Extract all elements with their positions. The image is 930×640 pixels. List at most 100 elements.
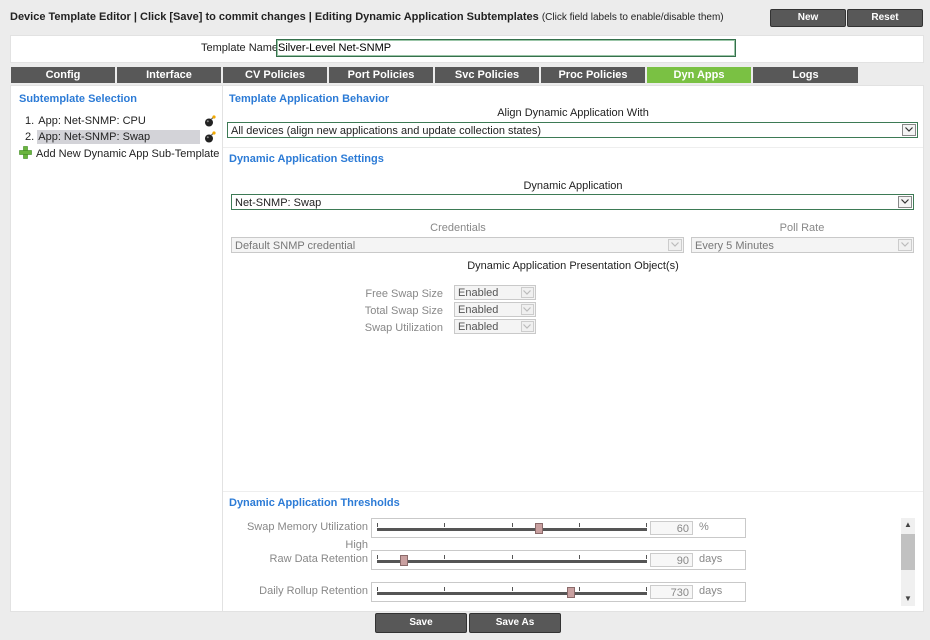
- slider-tick: [579, 523, 580, 527]
- align-select[interactable]: All devices (align new applications and …: [227, 122, 918, 138]
- tab-interface[interactable]: Interface: [117, 67, 221, 83]
- swap-memory-utilization-unit: %: [699, 521, 709, 533]
- swap-utilization-value: Enabled: [458, 321, 499, 333]
- slider-tick: [377, 587, 378, 591]
- free-swap-size-label[interactable]: Free Swap Size: [323, 288, 443, 300]
- chevron-down-icon: [521, 321, 534, 332]
- slider-handle[interactable]: [567, 587, 575, 598]
- slider-handle[interactable]: [535, 523, 543, 534]
- slider-tick: [512, 523, 513, 527]
- chevron-down-icon: [898, 239, 912, 251]
- subtemplate-number: 2.: [25, 131, 35, 143]
- scroll-down-arrow-icon[interactable]: ▼: [901, 592, 915, 606]
- header-bar: Device Template Editor | Click [Save] to…: [0, 0, 930, 34]
- daily-rollup-retention-label[interactable]: Daily Rollup Retention: [223, 585, 368, 597]
- raw-data-retention-unit: days: [699, 553, 723, 565]
- free-swap-size-select[interactable]: Enabled: [454, 285, 536, 300]
- tab-logs[interactable]: Logs: [753, 67, 858, 83]
- threshold-slider-box: 90 days: [371, 550, 746, 570]
- thresholds-title: Dynamic Application Thresholds: [229, 497, 400, 509]
- credentials-value: Default SNMP credential: [235, 240, 356, 252]
- tab-dyn-apps[interactable]: Dyn Apps: [647, 67, 751, 83]
- dynamic-application-value: Net-SNMP: Swap: [235, 197, 322, 209]
- daily-rollup-retention-value[interactable]: 730: [650, 585, 693, 599]
- subtemplate-label: App: Net-SNMP: Swap: [37, 130, 201, 144]
- swap-memory-utilization-label[interactable]: Swap Memory Utilization: [223, 521, 368, 533]
- dynamic-application-label[interactable]: Dynamic Application: [223, 180, 923, 192]
- slider-tick: [579, 555, 580, 559]
- poll-rate-label[interactable]: Poll Rate: [691, 222, 913, 234]
- slider-tick: [579, 587, 580, 591]
- scrollbar-thumb[interactable]: [901, 534, 915, 570]
- poll-rate-select[interactable]: Every 5 Minutes: [691, 237, 914, 253]
- reset-button[interactable]: Reset: [847, 9, 923, 27]
- subtemplate-item-cpu[interactable]: 1. App: Net-SNMP: CPU: [25, 114, 200, 128]
- thresholds-scrollbar[interactable]: ▲ ▼: [901, 518, 915, 606]
- slider-tick: [646, 523, 647, 527]
- new-button[interactable]: New: [770, 9, 846, 27]
- chevron-down-icon: [521, 287, 534, 298]
- tab-config[interactable]: Config: [11, 67, 115, 83]
- section-divider: [223, 147, 923, 148]
- settings-title: Dynamic Application Settings: [229, 153, 384, 165]
- align-select-value: All devices (align new applications and …: [231, 125, 542, 137]
- raw-data-retention-value[interactable]: 90: [650, 553, 693, 567]
- swap-utilization-label[interactable]: Swap Utilization: [323, 322, 443, 334]
- behavior-title: Template Application Behavior: [229, 93, 390, 105]
- threshold-slider-box: 730 days: [371, 582, 746, 602]
- total-swap-size-select[interactable]: Enabled: [454, 302, 536, 317]
- presentation-objects-label: Dynamic Application Presentation Object(…: [467, 260, 679, 272]
- subtemplate-selection-title: Subtemplate Selection: [19, 93, 137, 105]
- total-swap-size-value: Enabled: [458, 304, 499, 316]
- dynamic-application-select[interactable]: Net-SNMP: Swap: [231, 194, 914, 210]
- swap-memory-utilization-value[interactable]: 60: [650, 521, 693, 535]
- swap-utilization-select[interactable]: Enabled: [454, 319, 536, 334]
- credentials-label[interactable]: Credentials: [231, 222, 685, 234]
- tab-port-policies[interactable]: Port Policies: [329, 67, 433, 83]
- total-swap-size-label[interactable]: Total Swap Size: [323, 305, 443, 317]
- credentials-select[interactable]: Default SNMP credential: [231, 237, 684, 253]
- add-subtemplate-label: Add New Dynamic App Sub-Template: [36, 148, 220, 160]
- tab-svc-policies[interactable]: Svc Policies: [435, 67, 539, 83]
- chevron-down-icon: [521, 304, 534, 315]
- subtemplate-editor-panel: Template Application Behavior Align Dyna…: [222, 85, 924, 612]
- slider-handle[interactable]: [400, 555, 408, 566]
- free-swap-size-value: Enabled: [458, 287, 499, 299]
- page-title: Device Template Editor | Click [Save] to…: [10, 11, 724, 23]
- template-name-row: Template Name: [10, 35, 924, 63]
- slider-tick: [512, 555, 513, 559]
- header-note: (Click field labels to enable/disable th…: [541, 12, 724, 23]
- tab-proc-policies[interactable]: Proc Policies: [541, 67, 645, 83]
- daily-rollup-retention-unit: days: [699, 585, 723, 597]
- slider-track[interactable]: [377, 523, 647, 534]
- scroll-up-arrow-icon[interactable]: ▲: [901, 518, 915, 532]
- save-button[interactable]: Save: [375, 613, 467, 633]
- poll-rate-value: Every 5 Minutes: [695, 240, 774, 252]
- section-divider: [223, 491, 923, 492]
- delete-bomb-icon[interactable]: [204, 131, 216, 143]
- add-plus-icon: [19, 146, 32, 159]
- save-as-button[interactable]: Save As: [469, 613, 561, 633]
- subtemplate-number: 1.: [25, 115, 35, 127]
- slider-tick: [444, 523, 445, 527]
- threshold-slider-box: 60 %: [371, 518, 746, 538]
- chevron-down-icon: [898, 196, 912, 208]
- subtemplate-label: App: Net-SNMP: CPU: [38, 115, 146, 127]
- delete-bomb-icon[interactable]: [204, 115, 216, 127]
- slider-tick: [646, 587, 647, 591]
- raw-data-retention-label[interactable]: Raw Data Retention: [223, 553, 368, 565]
- align-label[interactable]: Align Dynamic Application With: [223, 107, 923, 119]
- slider-track[interactable]: [377, 587, 647, 598]
- slider-tick: [377, 555, 378, 559]
- slider-track[interactable]: [377, 555, 647, 566]
- tab-cv-policies[interactable]: CV Policies: [223, 67, 327, 83]
- slider-tick: [512, 587, 513, 591]
- subtemplate-item-swap[interactable]: 2. App: Net-SNMP: Swap: [25, 130, 201, 144]
- subtemplate-panel: Subtemplate Selection 1. App: Net-SNMP: …: [10, 85, 223, 612]
- slider-tick: [444, 587, 445, 591]
- template-name-label[interactable]: Template Name: [201, 42, 278, 54]
- slider-tick: [646, 555, 647, 559]
- add-subtemplate-link[interactable]: Add New Dynamic App Sub-Template: [19, 146, 219, 160]
- slider-tick: [444, 555, 445, 559]
- template-name-input[interactable]: [276, 39, 736, 57]
